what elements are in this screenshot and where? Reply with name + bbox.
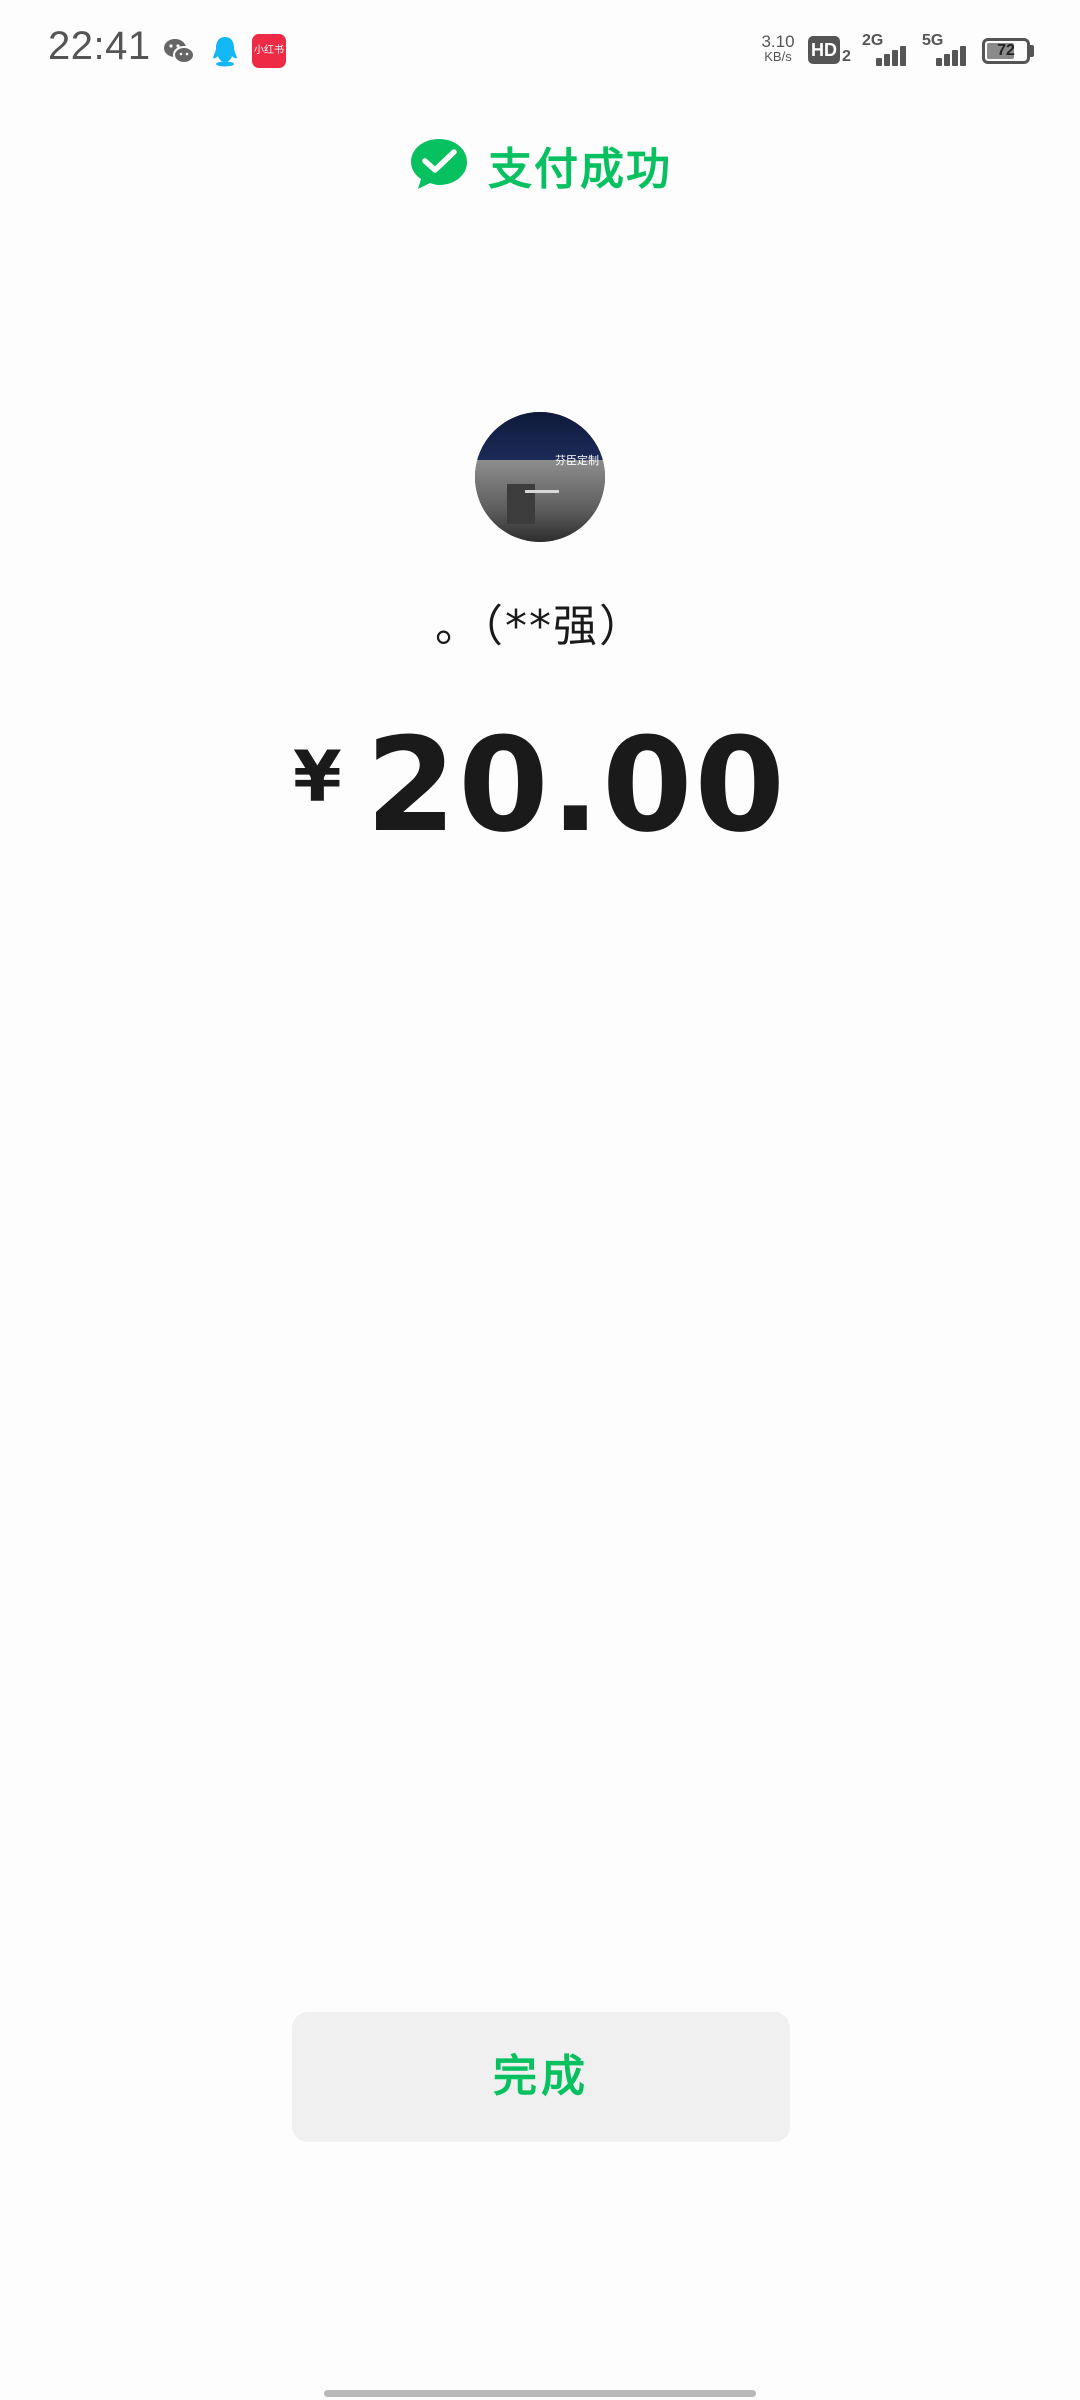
hd-voice-icon: HD <box>808 36 840 64</box>
signal-2g-label: 2G <box>862 32 884 49</box>
qq-icon <box>213 37 237 67</box>
avatar-sign-text: 芬臣定制 <box>555 454 599 467</box>
wechat-icon <box>164 39 195 64</box>
payment-amount: ¥ 20.00 <box>0 710 1080 870</box>
currency-symbol: ¥ <box>293 736 342 818</box>
battery-level: 72 <box>997 42 1015 59</box>
battery-icon: 72 <box>982 38 1030 64</box>
signal-5g-icon: 5G <box>922 32 972 68</box>
network-speed-value: 3.10 <box>761 32 795 51</box>
amount-value: 20.00 <box>365 709 787 861</box>
done-button[interactable]: 完成 <box>292 2012 790 2142</box>
battery-tip <box>1030 45 1034 57</box>
signal-2g-icon: 2G <box>862 32 912 68</box>
page-title: 支付成功 <box>488 144 672 195</box>
xiaohongshu-icon: 小红书 <box>252 34 286 68</box>
merchant-avatar: 芬臣定制 <box>475 412 605 542</box>
status-time: 22:41 <box>48 24 151 68</box>
wechat-pay-check-icon <box>411 139 467 189</box>
signal-5g-label: 5G <box>922 32 944 49</box>
payment-result-header: 支付成功 <box>0 130 1080 200</box>
network-speed: 3.10 KB/s <box>758 32 798 64</box>
network-speed-unit: KB/s <box>764 49 792 64</box>
merchant-name: 。（**强） <box>435 601 645 652</box>
home-indicator[interactable] <box>324 2390 756 2397</box>
hd-sim-index: 2 <box>842 48 851 65</box>
status-bar: 22:41 小红书 3.10 KB/s HD 2 2G 5G 72 <box>0 0 1080 100</box>
